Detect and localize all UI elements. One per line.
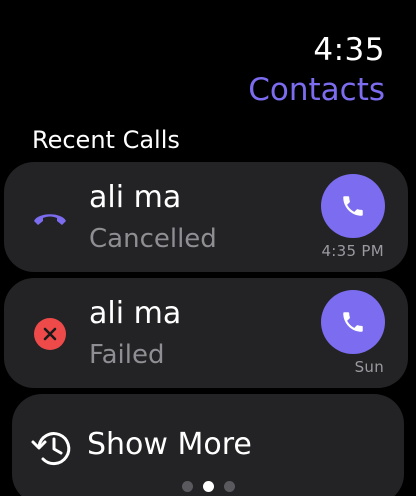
page-dot [181,481,193,492]
show-more-label: Show More [87,427,252,462]
section-title-recent-calls: Recent Calls [32,126,180,154]
call-status: Cancelled [89,224,217,254]
call-time: Sun [354,358,384,376]
recent-call-row[interactable]: ali ma Failed Sun [4,278,408,388]
call-button[interactable] [321,174,385,238]
page-dot-active [202,481,214,492]
app-title[interactable]: Contacts [248,72,385,108]
contact-name: ali ma [89,296,182,331]
call-button[interactable] [321,290,385,354]
watch-screen: 4:35 Contacts Recent Calls ali ma Cancel… [0,0,416,496]
phone-icon [343,312,363,332]
status-time: 4:35 [313,32,385,68]
phone-icon [343,196,363,216]
page-indicator [0,481,416,492]
phone-down-icon [32,200,68,236]
call-status: Failed [89,340,165,370]
call-time: 4:35 PM [321,242,384,260]
page-dot [223,481,235,492]
x-circle-icon [32,316,68,352]
recent-call-row[interactable]: ali ma Cancelled 4:35 PM [4,162,408,272]
history-icon [31,432,71,466]
contact-name: ali ma [89,180,182,215]
